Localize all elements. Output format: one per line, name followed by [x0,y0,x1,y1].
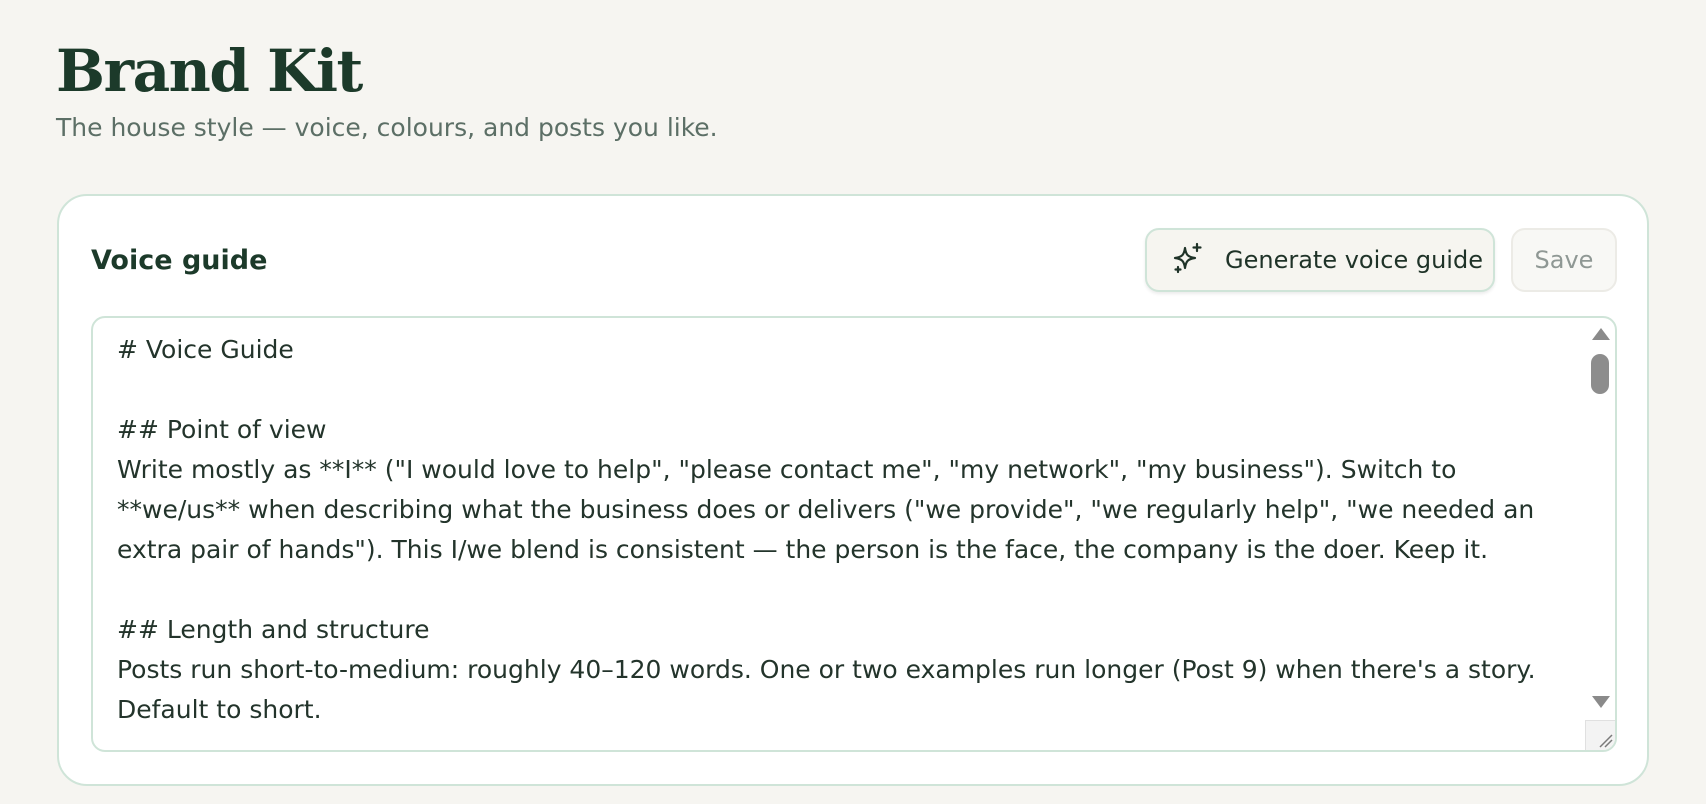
voice-guide-textarea[interactable]: # Voice Guide ## Point of view Write mos… [117,330,1557,730]
sparkles-icon [1171,241,1205,279]
scroll-up-arrow-icon[interactable] [1592,328,1610,340]
scroll-down-arrow-icon[interactable] [1592,696,1610,708]
resize-handle-icon[interactable] [1585,720,1615,750]
generate-voice-guide-button[interactable]: Generate voice guide [1145,228,1495,292]
scroll-thumb[interactable] [1591,354,1609,394]
page-header: Brand Kit The house style — voice, colou… [56,36,718,144]
generate-voice-guide-label: Generate voice guide [1225,246,1483,274]
page-subtitle: The house style — voice, colours, and po… [56,113,718,142]
voice-guide-title: Voice guide [91,245,268,276]
page-title: Brand Kit [56,37,363,105]
voice-guide-editor[interactable]: # Voice Guide ## Point of view Write mos… [91,316,1617,752]
voice-guide-card: Voice guide Generate voice guide Save # … [57,194,1649,786]
save-button[interactable]: Save [1511,228,1617,292]
editor-scrollbar[interactable] [1585,318,1615,750]
